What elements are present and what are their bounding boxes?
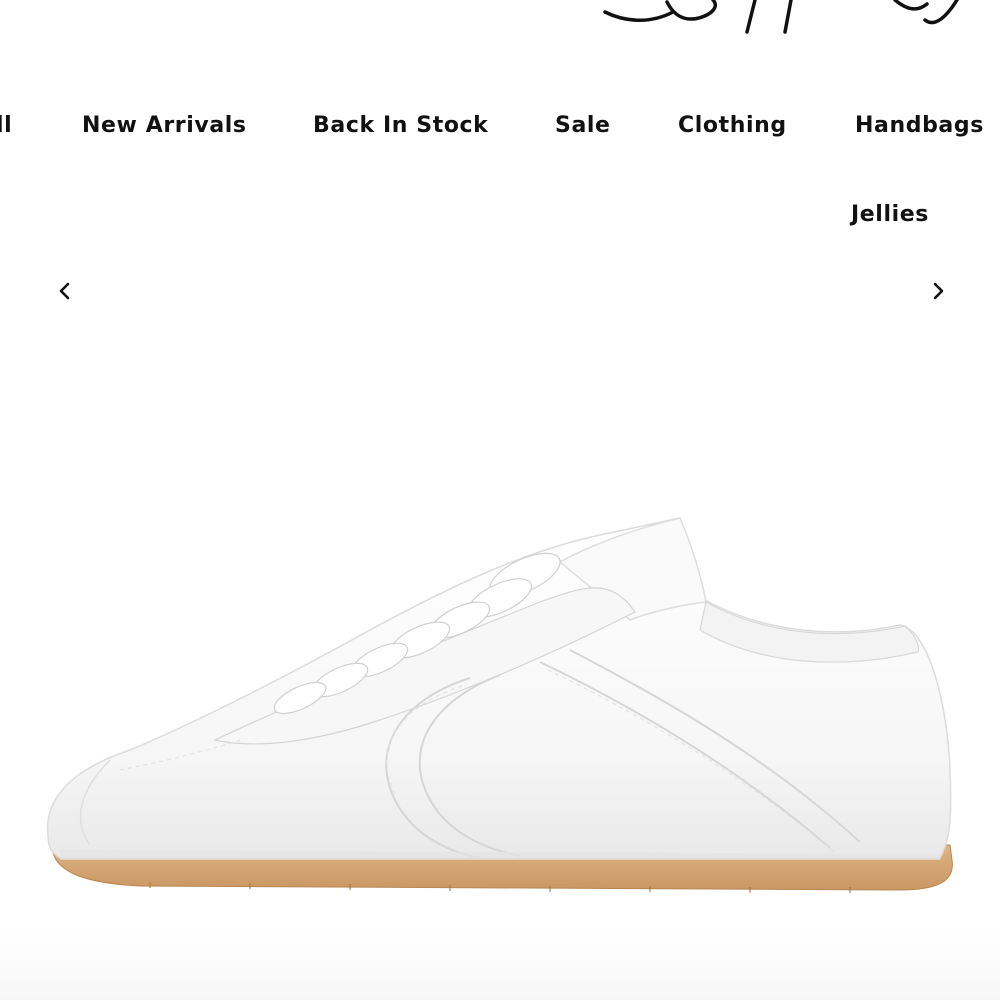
nav-item-sale[interactable]: Sale [555,115,611,137]
page-bottom-band [0,930,1000,1000]
nav-item-all[interactable]: ll [0,115,12,137]
carousel-next-button[interactable] [923,276,953,306]
product-image-stage [0,330,1000,1000]
carousel-prev-button[interactable] [50,276,80,306]
brand-logo[interactable] [595,0,1000,40]
nav-item-clothing[interactable]: Clothing [678,115,787,137]
nav-item-handbags[interactable]: Handbags [855,115,984,137]
nav-item-back-in-stock[interactable]: Back In Stock [313,115,488,137]
chevron-right-icon [933,282,944,300]
nav-item-new-arrivals[interactable]: New Arrivals [82,115,247,137]
sneaker-image[interactable] [0,330,1000,1000]
chevron-left-icon [59,282,70,300]
nav-item-jellies[interactable]: Jellies [851,204,929,226]
